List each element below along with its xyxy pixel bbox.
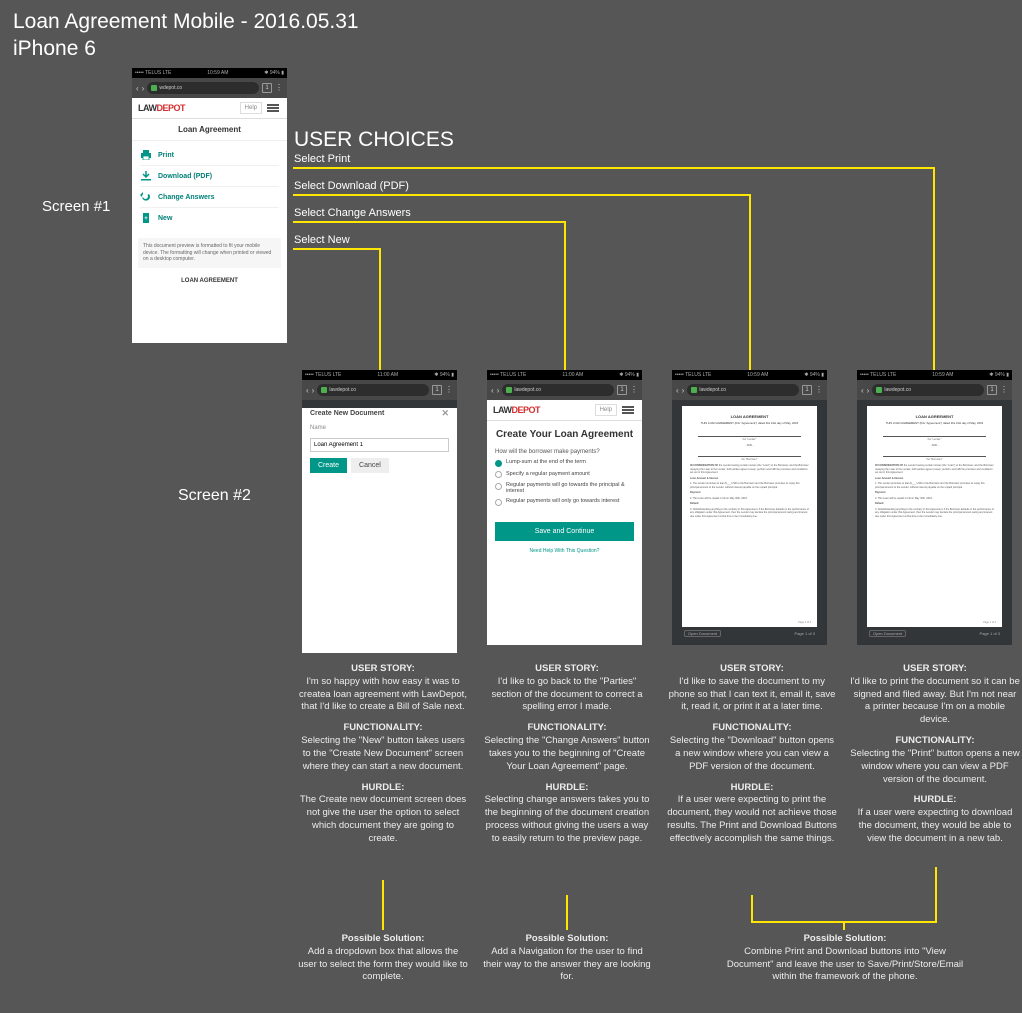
pdf-page: LOAN AGREEMENT THIS LOAN AGREEMENT (this… xyxy=(682,406,817,627)
phone-print: ••••• TELUS LTE10:59 AM✱ 94% ▮ ‹›lawdepo… xyxy=(857,370,1012,645)
choice-new-label: Select New xyxy=(294,234,350,246)
radio-lumpsum[interactable]: Lump-sum at the end of the term xyxy=(495,459,634,467)
new-doc-icon: + xyxy=(140,213,152,223)
disclaimer-text: This document preview is formatted to fi… xyxy=(138,238,281,268)
create-button[interactable]: Create xyxy=(310,458,347,473)
radio-interest-only[interactable]: Regular payments will only go towards in… xyxy=(495,498,634,506)
choice-change-label: Select Change Answers xyxy=(294,207,411,219)
save-continue-button[interactable]: Save and Continue xyxy=(495,522,634,541)
menu-new[interactable]: + New xyxy=(140,208,279,228)
back-icon[interactable]: ‹ xyxy=(136,84,139,93)
phone-new: ••••• TELUS LTE11:00 AM✱ 94% ▮ ‹›lawdepo… xyxy=(302,370,457,645)
solution-change: Possible Solution: Add a Navigation for … xyxy=(482,933,652,984)
page-title: Loan Agreement Mobile - 2016.05.31 xyxy=(13,10,359,34)
phone-change: ••••• TELUS LTE11:00 AM✱ 94% ▮ ‹›lawdepo… xyxy=(487,370,642,645)
device-label: iPhone 6 xyxy=(13,37,96,61)
menu-change-answers[interactable]: Change Answers xyxy=(140,187,279,208)
undo-icon xyxy=(140,192,152,202)
logo: LAWDEPOT xyxy=(138,103,185,113)
solution-combined: Possible Solution: Combine Print and Dow… xyxy=(725,933,965,984)
annotation-new: USER STORY: I'm so happy with how easy i… xyxy=(298,655,468,846)
preview-doc-title: LOAN AGREEMENT xyxy=(132,274,287,288)
phone-download: ••••• TELUS LTE10:59 AM✱ 94% ▮ ‹›lawdepo… xyxy=(672,370,827,645)
annotation-download: USER STORY: I'd like to save the documen… xyxy=(667,655,837,846)
modal-header: Create New Document ✕ xyxy=(310,408,449,425)
screen1-label: Screen #1 xyxy=(42,198,110,215)
fwd-icon[interactable]: › xyxy=(142,84,145,93)
radio-regular-amount[interactable]: Specify a regular payment amount xyxy=(495,471,634,479)
radio-principal-interest[interactable]: Regular payments will go towards the pri… xyxy=(495,482,634,494)
phone-screen1: ••••• TELUS LTE 10:59 AM ✱ 94% ▮ ‹ › wde… xyxy=(132,68,287,343)
open-document-button[interactable]: Open Document xyxy=(869,630,906,637)
doc-name-input[interactable] xyxy=(310,438,449,452)
lock-icon xyxy=(151,85,157,91)
browser-chrome: ‹ › wdepot.co 1 ⋮ xyxy=(132,78,287,98)
hamburger-icon[interactable] xyxy=(267,107,279,109)
open-document-button[interactable]: Open Document xyxy=(684,630,721,637)
close-icon[interactable]: ✕ xyxy=(441,408,449,419)
name-label: Name xyxy=(310,425,449,431)
wizard-title: Create Your Loan Agreement xyxy=(495,429,634,441)
document-title: Loan Agreement xyxy=(132,119,287,141)
choice-download-label: Select Download (PDF) xyxy=(294,180,409,192)
screen2-label: Screen #2 xyxy=(178,487,251,505)
menu-icon[interactable]: ⋮ xyxy=(275,86,283,90)
pdf-page: LOAN AGREEMENT THIS LOAN AGREEMENT (this… xyxy=(867,406,1002,627)
address-bar[interactable]: wdepot.co xyxy=(147,82,259,94)
tabs-icon[interactable]: 1 xyxy=(262,83,272,93)
print-icon xyxy=(140,150,152,160)
menu-download[interactable]: Download (PDF) xyxy=(140,166,279,187)
cancel-button[interactable]: Cancel xyxy=(351,458,389,473)
annotation-print: USER STORY: I'd like to print the docume… xyxy=(850,655,1020,846)
help-link[interactable]: Need Help With This Question? xyxy=(487,545,642,557)
wizard-question: How will the borrower make payments? xyxy=(495,449,634,455)
help-button[interactable]: Help xyxy=(240,102,262,114)
menu-print[interactable]: Print xyxy=(140,145,279,166)
app-header: LAWDEPOT Help xyxy=(132,98,287,119)
annotation-change: USER STORY: I'd like to go back to the "… xyxy=(482,655,652,846)
status-bar: ••••• TELUS LTE 10:59 AM ✱ 94% ▮ xyxy=(132,68,287,78)
solution-new: Possible Solution: Add a dropdown box th… xyxy=(298,933,468,984)
choices-title: USER CHOICES xyxy=(294,128,454,152)
svg-text:+: + xyxy=(144,216,148,222)
download-icon xyxy=(140,171,152,181)
choice-print-label: Select Print xyxy=(294,153,350,165)
